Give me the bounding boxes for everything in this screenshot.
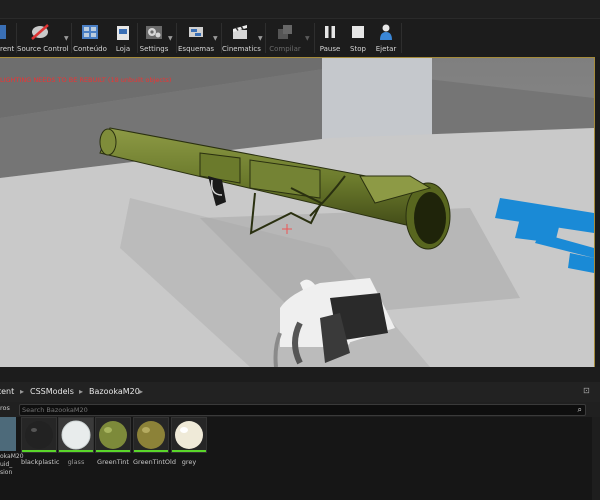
filters-button[interactable]: ros xyxy=(0,404,10,412)
cinematics-button[interactable]: Cinematics xyxy=(222,21,261,56)
search-row: ros ⌕ xyxy=(0,402,600,417)
toolbar-separator xyxy=(71,23,72,53)
toolbar-separator xyxy=(314,23,315,53)
asset-greentint[interactable]: GreenTint xyxy=(95,417,131,466)
blueprints-button[interactable]: Esquemas xyxy=(178,21,214,56)
bazooka-asset-label: okaM20 uid_ sion xyxy=(0,453,24,476)
breadcrumb-separator: ▸ xyxy=(20,387,25,396)
pause-icon xyxy=(320,23,340,41)
toolbar-separator xyxy=(176,23,177,53)
settings-dropdown-icon[interactable]: ▼ xyxy=(168,35,173,42)
source-control-dropdown-icon[interactable]: ▼ xyxy=(64,35,69,42)
content-button-partial[interactable]: rent xyxy=(0,21,14,56)
lock-icon[interactable]: ⊡ xyxy=(583,386,590,395)
cinematics-dropdown-icon[interactable]: ▼ xyxy=(258,35,263,42)
toolbar-separator xyxy=(265,23,266,53)
eject-button[interactable]: Ejetar xyxy=(373,21,399,56)
blueprints-dropdown-icon[interactable]: ▼ xyxy=(213,35,218,42)
settings-icon xyxy=(144,23,164,41)
build-dropdown-icon[interactable]: ▼ xyxy=(305,35,310,42)
panel-gap xyxy=(0,367,600,382)
content-icon xyxy=(80,23,100,41)
source-control-button[interactable]: Source Control xyxy=(17,21,69,56)
lighting-warning: LIGHTING NEEDS TO BE REBUILT (18 unbuilt… xyxy=(0,76,172,84)
asset-grey[interactable]: grey xyxy=(171,417,207,466)
build-button[interactable]: Compilar xyxy=(267,21,303,56)
store-icon xyxy=(113,23,133,41)
eject-icon xyxy=(376,23,396,41)
cinematics-icon xyxy=(230,23,250,41)
main-toolbar: rent Source Control ▼ Conteúdo Loja Sett… xyxy=(0,18,600,57)
settings-button[interactable]: Settings xyxy=(139,21,169,56)
search-icon[interactable]: ⌕ xyxy=(578,405,582,415)
title-strip xyxy=(0,0,600,18)
asset-grid: okaM20 uid_ sion blackplastic glass Gree… xyxy=(0,417,600,500)
breadcrumb-content[interactable]: tent xyxy=(0,387,14,396)
content-button[interactable]: Conteúdo xyxy=(73,21,107,56)
scene-render xyxy=(0,58,594,367)
asset-blackplastic[interactable]: blackplastic xyxy=(21,417,59,466)
stop-button[interactable]: Stop xyxy=(345,21,371,56)
pause-button[interactable]: Pause xyxy=(317,21,343,56)
asset-greentintold[interactable]: GreenTintOld xyxy=(133,417,176,466)
build-icon xyxy=(275,23,295,41)
content-icon xyxy=(0,23,8,41)
breadcrumb-bazookam20[interactable]: BazookaM20 xyxy=(89,387,140,396)
asset-glass[interactable]: glass xyxy=(58,417,94,466)
search-input[interactable] xyxy=(22,405,562,415)
stop-icon xyxy=(348,23,368,41)
blueprints-icon xyxy=(186,23,206,41)
breadcrumb-separator: ▸ xyxy=(139,387,144,396)
store-button[interactable]: Loja xyxy=(110,21,136,56)
toolbar-separator xyxy=(401,23,402,53)
asset-search: ⌕ xyxy=(19,404,586,416)
toolbar-separator xyxy=(137,23,138,53)
asset-scrollbar[interactable] xyxy=(592,417,600,500)
breadcrumb: tent ▸ CSSModels ▸ BazookaM20 ▸ ⊡ xyxy=(0,382,600,402)
bazooka-thumb-partial[interactable] xyxy=(0,417,16,451)
breadcrumb-cssmodels[interactable]: CSSModels xyxy=(30,387,74,396)
level-viewport[interactable]: LIGHTING NEEDS TO BE REBUILT (18 unbuilt… xyxy=(0,57,595,368)
source-control-icon xyxy=(30,23,50,41)
breadcrumb-separator: ▸ xyxy=(79,387,84,396)
